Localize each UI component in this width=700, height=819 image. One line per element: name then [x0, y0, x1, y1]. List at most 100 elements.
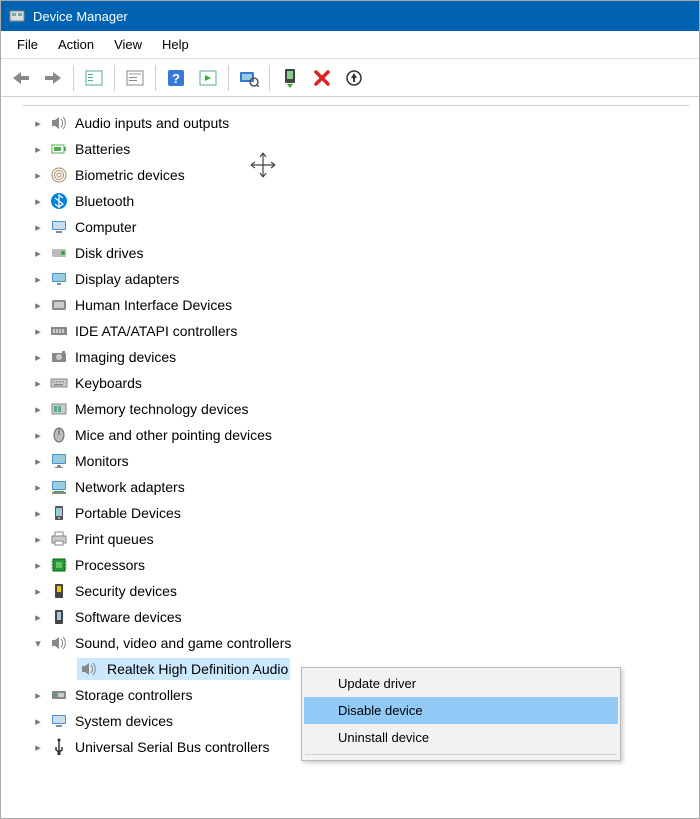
expand-toggle[interactable]: ▸	[29, 585, 47, 598]
toolbar-separator	[155, 65, 156, 91]
device-category[interactable]: ▸Software devices	[23, 604, 689, 630]
device-category[interactable]: ▸ Batteries	[23, 136, 689, 162]
ctx-update-driver[interactable]: Update driver	[304, 670, 618, 697]
portable-icon	[49, 503, 69, 523]
device-category[interactable]: ▸ IDE ATA/ATAPI controllers	[23, 318, 689, 344]
device-category[interactable]: ▸ Biometric devices	[23, 162, 689, 188]
category-label: Universal Serial Bus controllers	[75, 739, 270, 755]
ctx-separator	[305, 754, 617, 755]
show-hide-tree-button[interactable]	[78, 62, 110, 94]
toolbar-separator	[228, 65, 229, 91]
storage-icon	[49, 685, 69, 705]
device-category[interactable]: ▸ Audio inputs and outputs	[23, 110, 689, 136]
ctx-uninstall-device[interactable]: Uninstall device	[304, 724, 618, 751]
category-label: System devices	[75, 713, 173, 729]
update-driver-button[interactable]	[233, 62, 265, 94]
category-label: Biometric devices	[75, 167, 185, 183]
expand-toggle[interactable]: ▸	[29, 273, 47, 286]
expand-toggle[interactable]: ▸	[29, 507, 47, 520]
category-label: IDE ATA/ATAPI controllers	[75, 323, 237, 339]
fingerprint-icon	[49, 165, 69, 185]
device-category[interactable]: ▸Keyboards	[23, 370, 689, 396]
category-label: Print queues	[75, 531, 154, 547]
expand-toggle[interactable]: ▸	[29, 117, 47, 130]
menu-help[interactable]: Help	[152, 34, 199, 55]
properties-button[interactable]	[119, 62, 151, 94]
usb-icon	[49, 737, 69, 757]
device-tree[interactable]: ▸ Audio inputs and outputs ▸ Batteries ▸ Biom…	[1, 97, 699, 818]
device-category[interactable]: ▸Human Interface Devices	[23, 292, 689, 318]
processor-icon	[49, 555, 69, 575]
expand-toggle[interactable]: ▸	[29, 247, 47, 260]
category-label: Audio inputs and outputs	[75, 115, 229, 131]
ctx-disable-device[interactable]: Disable device	[304, 697, 618, 724]
enable-device-button[interactable]	[274, 62, 306, 94]
context-menu: Update driver Disable device Uninstall d…	[301, 667, 621, 761]
expand-toggle[interactable]: ▾	[29, 637, 47, 650]
category-label: Monitors	[75, 453, 129, 469]
device-category[interactable]: ▸Memory technology devices	[23, 396, 689, 422]
expand-toggle[interactable]: ▸	[29, 143, 47, 156]
expand-toggle[interactable]: ▸	[29, 169, 47, 182]
expand-toggle[interactable]: ▸	[29, 403, 47, 416]
expand-toggle[interactable]: ▸	[29, 559, 47, 572]
category-label: Security devices	[75, 583, 177, 599]
expand-toggle[interactable]: ▸	[29, 299, 47, 312]
toolbar-separator	[114, 65, 115, 91]
category-label: Storage controllers	[75, 687, 193, 703]
expand-toggle[interactable]: ▸	[29, 481, 47, 494]
back-button[interactable]	[5, 62, 37, 94]
menu-view[interactable]: View	[104, 34, 152, 55]
expand-toggle[interactable]: ▸	[29, 351, 47, 364]
expand-toggle[interactable]: ▸	[29, 715, 47, 728]
help-button[interactable]: ?	[160, 62, 192, 94]
forward-button[interactable]	[37, 62, 69, 94]
device-category[interactable]: ▸Computer	[23, 214, 689, 240]
expand-toggle[interactable]: ▸	[29, 533, 47, 546]
device-category[interactable]: ▸ Imaging devices	[23, 344, 689, 370]
expand-toggle[interactable]: ▸	[29, 455, 47, 468]
memory-icon	[49, 399, 69, 419]
menu-file[interactable]: File	[7, 34, 48, 55]
uninstall-device-button[interactable]	[306, 62, 338, 94]
window-title: Device Manager	[33, 9, 128, 24]
network-icon	[49, 477, 69, 497]
menu-action[interactable]: Action	[48, 34, 104, 55]
device-category[interactable]: ▸ Security devices	[23, 578, 689, 604]
device-category[interactable]: ▸Display adapters	[23, 266, 689, 292]
speaker-icon	[49, 633, 69, 653]
toolbar-separator	[73, 65, 74, 91]
device-category[interactable]: ▸ Portable Devices	[23, 500, 689, 526]
category-label: Imaging devices	[75, 349, 176, 365]
device-category[interactable]: ▸ Network adapters	[23, 474, 689, 500]
device-category[interactable]: ▸ Monitors	[23, 448, 689, 474]
disable-device-button[interactable]	[338, 62, 370, 94]
device-category[interactable]: ▸Mice and other pointing devices	[23, 422, 689, 448]
expand-toggle[interactable]: ▸	[29, 741, 47, 754]
expand-toggle[interactable]: ▸	[29, 195, 47, 208]
category-label: Batteries	[75, 141, 130, 157]
device-category[interactable]: ▾Sound, video and game controllers	[23, 630, 689, 656]
battery-icon	[49, 139, 69, 159]
system-icon	[49, 711, 69, 731]
device-category[interactable]: ▸Processors	[23, 552, 689, 578]
expand-toggle[interactable]: ▸	[29, 325, 47, 338]
speaker-icon	[79, 659, 99, 679]
disk-icon	[49, 243, 69, 263]
category-label: Portable Devices	[75, 505, 181, 521]
display-icon	[49, 269, 69, 289]
expand-toggle[interactable]: ▸	[29, 689, 47, 702]
device-category[interactable]: ▸Bluetooth	[23, 188, 689, 214]
menubar: File Action View Help	[1, 31, 699, 59]
scan-hardware-button[interactable]	[192, 62, 224, 94]
device-category[interactable]: ▸ Disk drives	[23, 240, 689, 266]
expand-toggle[interactable]: ▸	[29, 377, 47, 390]
category-label: Disk drives	[75, 245, 143, 261]
expand-toggle[interactable]: ▸	[29, 221, 47, 234]
expand-toggle[interactable]: ▸	[29, 611, 47, 624]
app-icon	[9, 8, 25, 24]
device-category[interactable]: ▸ Print queues	[23, 526, 689, 552]
category-label: Network adapters	[75, 479, 185, 495]
expand-toggle[interactable]: ▸	[29, 429, 47, 442]
printer-icon	[49, 529, 69, 549]
